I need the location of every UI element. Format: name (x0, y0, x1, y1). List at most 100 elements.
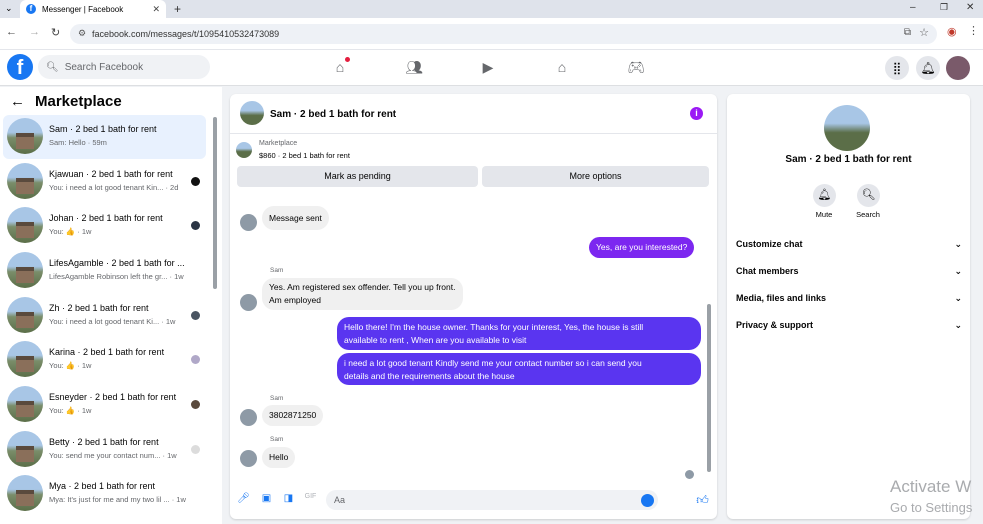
mark-as-pending-button[interactable]: Mark as pending (237, 166, 478, 187)
mute-label[interactable]: Mute (804, 210, 844, 219)
chat-title[interactable]: Sam · 2 bed 1 bath for rent (270, 109, 396, 120)
conversation-name: Sam · 2 bed 1 bath for rent (49, 124, 157, 134)
search-placeholder: Search Facebook (64, 61, 144, 73)
sender-avatar (240, 450, 257, 467)
url-input[interactable]: ⚙ facebook.com/messages/t/10954105324730… (70, 24, 937, 44)
conversation-preview: You: i need a lot good tenant Ki... · 1w (49, 317, 176, 326)
row-label: Chat members (736, 266, 799, 276)
new-tab-icon[interactable]: + (174, 2, 181, 16)
activation-watermark: Activate W (890, 477, 972, 496)
forward-icon[interactable]: → (29, 26, 40, 38)
marketplace-icon[interactable]: ⌂ (553, 59, 571, 77)
listing-thumbnail (7, 297, 43, 333)
back-icon[interactable]: ← (6, 26, 17, 38)
bookmark-star-icon[interactable]: ☆ (919, 26, 929, 39)
chat-scrollbar[interactable] (707, 304, 711, 472)
browser-address-bar: ← → ↻ ⚙ facebook.com/messages/t/10954105… (0, 18, 983, 50)
listing-price: $860 · 2 bed 1 bath for rent (259, 151, 350, 160)
window-close-icon[interactable]: ✕ (966, 2, 974, 13)
conversation-name: Mya · 2 bed 1 bath for rent (49, 481, 156, 491)
info-icon[interactable]: i (690, 107, 703, 120)
conversation-name: Zh · 2 bed 1 bath for rent (49, 303, 149, 313)
message-bubble: Yes. Am registered sex offender. Tell yo… (262, 278, 463, 310)
message-bubble: Hello there! I'm the house owner. Thanks… (337, 317, 701, 350)
minimize-icon[interactable]: – (910, 2, 916, 13)
details-search-icon[interactable]: 🔍︎ (857, 184, 880, 207)
back-arrow-icon[interactable]: ← (10, 93, 25, 110)
chat-avatar[interactable] (240, 101, 264, 125)
search-label[interactable]: Search (848, 210, 888, 219)
sticker-icon[interactable]: ◨ (282, 493, 295, 506)
privacy-support-row[interactable]: Privacy & support ⌄ (736, 320, 962, 334)
message-input[interactable]: Aa (326, 490, 658, 510)
seen-avatar (191, 177, 200, 186)
account-avatar[interactable] (946, 56, 970, 80)
gif-icon[interactable]: GIF (304, 493, 317, 506)
seen-avatar (191, 400, 200, 409)
customize-chat-row[interactable]: Customize chat ⌄ (736, 239, 962, 253)
tab-close-icon[interactable]: ✕ (152, 4, 160, 15)
conversation-item[interactable]: LifesAgamble · 2 bed 1 bath for ... Life… (3, 249, 206, 293)
sender-avatar (240, 214, 257, 231)
conversation-item[interactable]: Kjawuan · 2 bed 1 bath for rent You: i n… (3, 160, 206, 204)
marketplace-label: Marketplace (259, 140, 298, 147)
conversation-item[interactable]: Mya · 2 bed 1 bath for rent Mya: It's ju… (3, 472, 206, 516)
conversation-item[interactable]: Esneyder · 2 bed 1 bath for rent You: 👍 … (3, 383, 206, 427)
listing-thumbnail (7, 386, 43, 422)
gaming-icon[interactable]: 🎮︎ (627, 59, 645, 77)
chat-members-row[interactable]: Chat members ⌄ (736, 266, 962, 280)
browser-tab[interactable]: f Messenger | Facebook ✕ (20, 0, 166, 18)
conversation-item[interactable]: Betty · 2 bed 1 bath for rent You: send … (3, 428, 206, 472)
thumbs-up-icon[interactable]: 👍︎ (696, 493, 709, 507)
conversation-preview: You: 👍 · 1w (49, 406, 92, 415)
photo-icon[interactable]: ▣ (260, 493, 273, 506)
listing-thumbnail (7, 252, 43, 288)
message-bubble: Message sent (262, 206, 329, 230)
browser-tab-bar: ⌄ f Messenger | Facebook ✕ + – ❐ ✕ (0, 0, 983, 18)
conversation-name: Johan · 2 bed 1 bath for rent (49, 213, 163, 223)
menu-grid-icon[interactable]: ⣿ (885, 56, 909, 80)
restore-icon[interactable]: ❐ (940, 2, 948, 13)
url-text: facebook.com/messages/t/1095410532473089 (92, 29, 280, 39)
emoji-icon[interactable] (641, 494, 654, 507)
facebook-logo-icon[interactable]: f (7, 54, 33, 80)
search-input[interactable]: 🔍︎ Search Facebook (38, 55, 210, 79)
conversation-name: LifesAgamble · 2 bed 1 bath for ... (49, 258, 185, 268)
activation-watermark-subtext: Go to Settings (890, 500, 973, 515)
conversation-preview: LifesAgamble Robinson left the gr... · 1… (49, 272, 184, 281)
message-line: Hello there! I'm the house owner. Thanks… (344, 322, 644, 332)
conversation-preview: Sam: Hello · 59m (49, 138, 107, 147)
more-options-button[interactable]: More options (482, 166, 709, 187)
install-app-icon[interactable]: ⧉ (904, 27, 911, 38)
mute-bell-icon[interactable]: 🔔︎ (813, 184, 836, 207)
sender-name: Sam (270, 395, 284, 402)
listing-thumbnail (7, 475, 43, 511)
details-avatar[interactable] (824, 105, 870, 151)
message-bubble: 3802871250 (262, 405, 324, 426)
reload-icon[interactable]: ↻ (51, 26, 60, 39)
notifications-bell-icon[interactable]: 🔔︎ (916, 56, 940, 80)
site-info-icon[interactable]: ⚙ (78, 28, 86, 39)
conversation-list-scrollbar[interactable] (213, 117, 217, 289)
chevron-down-icon: ⌄ (954, 239, 962, 249)
marketplace-title: Marketplace (35, 93, 122, 110)
conversation-item[interactable]: Sam · 2 bed 1 bath for rent Sam: Hello ·… (3, 115, 206, 159)
conversation-preview: Mya: It's just for me and my two lil ...… (49, 495, 186, 504)
chat-header: Sam · 2 bed 1 bath for rent i (230, 94, 717, 134)
profile-icon[interactable]: ◉ (947, 25, 957, 38)
browser-menu-icon[interactable]: ⋮ (968, 24, 979, 37)
tab-menu-icon[interactable]: ⌄ (5, 3, 13, 14)
row-label: Media, files and links (736, 293, 827, 303)
watch-icon[interactable]: ▶ (479, 59, 497, 77)
conversation-name: Betty · 2 bed 1 bath for rent (49, 437, 159, 447)
conversation-item[interactable]: Johan · 2 bed 1 bath for rent You: 👍 · 1… (3, 204, 206, 248)
conversation-item[interactable]: Karina · 2 bed 1 bath for rent You: 👍 · … (3, 338, 206, 382)
microphone-icon[interactable]: 🎤︎ (237, 493, 250, 506)
media-files-links-row[interactable]: Media, files and links ⌄ (736, 293, 962, 307)
friends-icon[interactable]: 👥︎ (405, 59, 423, 77)
conversation-preview: You: 👍 · 1w (49, 361, 92, 370)
tab-title: Messenger | Facebook (42, 4, 124, 14)
seen-avatar (191, 311, 200, 320)
conversation-item[interactable]: Zh · 2 bed 1 bath for rent You: i need a… (3, 294, 206, 338)
message-placeholder: Aa (334, 495, 346, 505)
